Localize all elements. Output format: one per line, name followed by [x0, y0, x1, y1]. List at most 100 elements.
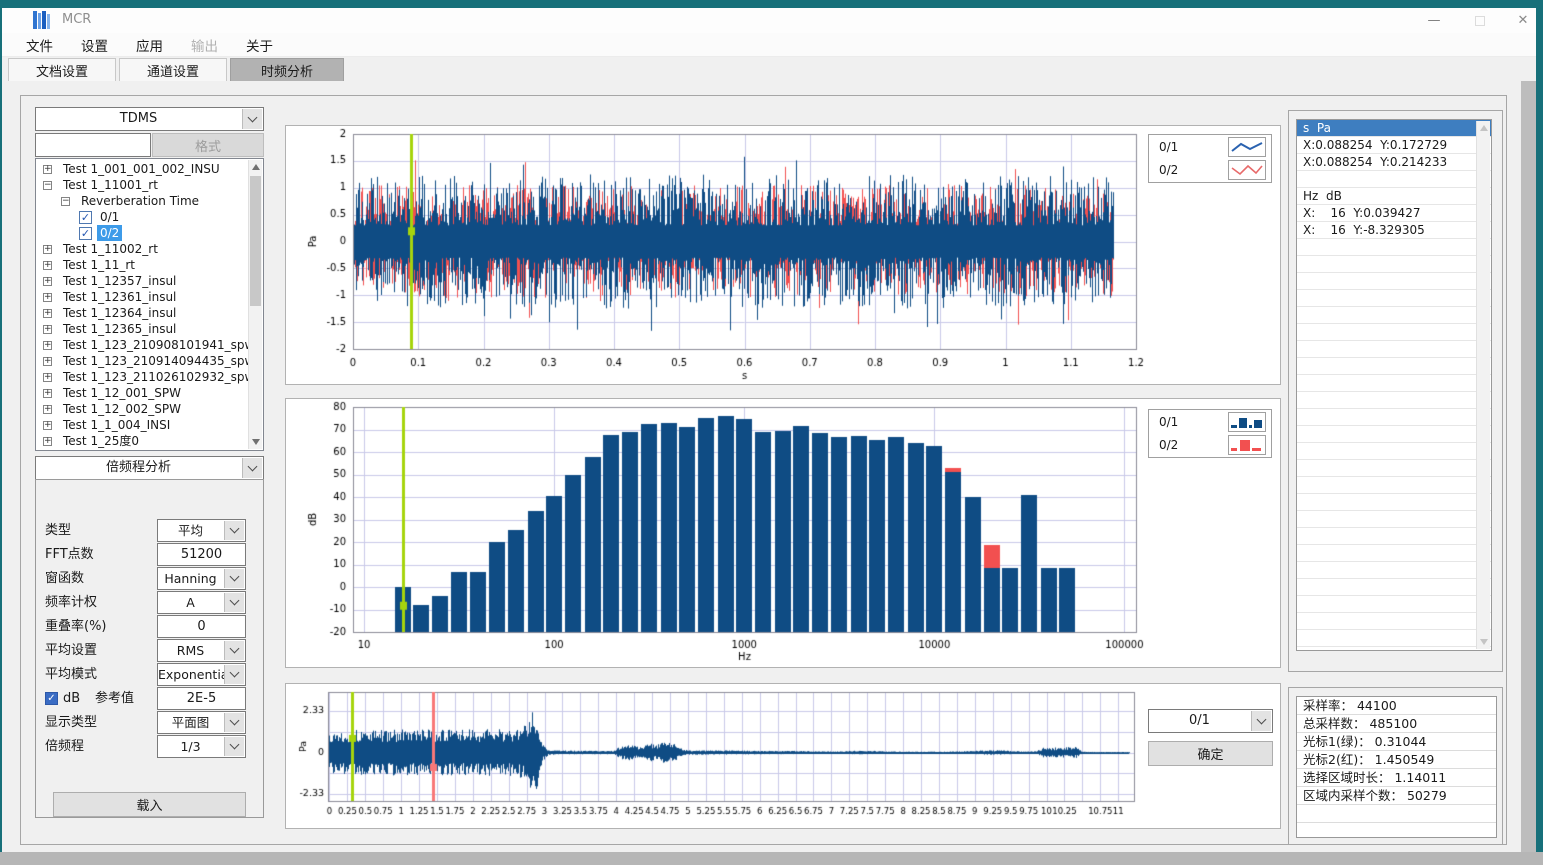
tree-item[interactable]: +Test 1_001_001_002_INSU: [37, 161, 248, 177]
tree-item[interactable]: +Test 1_12361_insul: [37, 289, 248, 305]
expand-icon[interactable]: +: [43, 165, 52, 174]
tree-scrollbar-thumb[interactable]: [250, 176, 261, 306]
tree-item[interactable]: ✓0/1: [37, 209, 248, 225]
overview-waveform-canvas[interactable]: [286, 684, 1280, 828]
close-icon: ✕: [1518, 13, 1529, 28]
tree-item[interactable]: −Reverberation Time: [37, 193, 248, 209]
line-swatch-blue-icon: [1228, 137, 1266, 157]
readout-row: [1297, 579, 1491, 596]
load-button[interactable]: 载入: [53, 792, 246, 817]
form-select-value: 平面图: [158, 712, 223, 733]
tab-channel-settings[interactable]: 通道设置: [119, 58, 227, 81]
tree-item-label: Test 1_12_002_SPW: [60, 401, 184, 417]
tree-item[interactable]: + Test 1_12_002_SPW: [37, 401, 248, 417]
expand-icon[interactable]: +: [43, 277, 52, 286]
chevron-down-icon: [242, 458, 262, 478]
channel-checkbox[interactable]: ✓: [79, 227, 92, 240]
tree-item-label: 0/2: [97, 225, 122, 241]
menu-apply[interactable]: 应用: [122, 35, 177, 55]
expand-icon[interactable]: +: [43, 389, 52, 398]
readout-row: [1297, 460, 1491, 477]
tree-item[interactable]: +Test 1_12365_insul: [37, 321, 248, 337]
reference-value-input[interactable]: 2E-5: [157, 687, 246, 710]
tree-item-label: Test 1_12357_insul: [60, 273, 179, 289]
tree-item[interactable]: ✓ 0/2: [37, 225, 248, 241]
form-select[interactable]: 1/3: [157, 735, 246, 758]
tree-item[interactable]: +Test 1_123_210914094435_spw: [37, 353, 248, 369]
statistics-panel: 采样率： 44100总采样数： 485100光标1(绿)： 0.31044光标2…: [1288, 687, 1503, 845]
expand-icon[interactable]: +: [43, 293, 52, 302]
tree-item[interactable]: +Test 1_11_rt: [37, 257, 248, 273]
minimize-button[interactable]: —: [1411, 8, 1457, 33]
tree-item[interactable]: + Test 1_12357_insul: [37, 273, 248, 289]
expand-icon[interactable]: +: [43, 373, 52, 382]
tree-item[interactable]: +Test 1_1_004_INSI: [37, 417, 248, 433]
form-select[interactable]: 平面图: [157, 711, 246, 734]
form-select[interactable]: Exponential: [157, 663, 246, 686]
form-input[interactable]: 0: [157, 615, 246, 638]
expand-icon[interactable]: +: [43, 325, 52, 334]
octave-spectrum-canvas[interactable]: [286, 399, 1280, 667]
tab-document-settings[interactable]: 文档设置: [8, 58, 116, 81]
tree-item[interactable]: +Test 1_123_210908101941_spw: [37, 337, 248, 353]
form-select[interactable]: RMS: [157, 639, 246, 662]
form-select[interactable]: A: [157, 591, 246, 614]
file-format-select[interactable]: TDMS: [35, 107, 264, 131]
confirm-button[interactable]: 确定: [1148, 741, 1273, 766]
expand-icon[interactable]: +: [43, 245, 52, 254]
scroll-down-icon[interactable]: [1480, 639, 1488, 645]
scroll-up-icon[interactable]: [1480, 125, 1488, 131]
stats-row: 采样率： 44100: [1297, 697, 1496, 715]
legend-label: 0/2: [1159, 438, 1228, 452]
collapse-icon[interactable]: −: [43, 181, 52, 190]
scroll-up-icon[interactable]: [252, 164, 260, 170]
tree-item[interactable]: + Test 1_12364_insul: [37, 305, 248, 321]
db-checkbox[interactable]: ✓: [45, 692, 58, 705]
chevron-down-icon: [224, 521, 244, 540]
readout-row: [1297, 630, 1491, 647]
tree-item-label: Test 1_11001_rt: [60, 177, 161, 193]
maximize-button[interactable]: [1457, 8, 1503, 33]
tree-item[interactable]: −Test 1_11001_rt: [37, 177, 248, 193]
legend-item: 0/2: [1149, 158, 1271, 181]
readout-scrollbar[interactable]: [1476, 121, 1490, 649]
scroll-down-icon[interactable]: [252, 439, 260, 445]
channel-select[interactable]: 0/1: [1148, 709, 1273, 733]
app-icon: [33, 11, 53, 33]
channel-checkbox[interactable]: ✓: [79, 211, 92, 224]
expand-icon[interactable]: +: [43, 421, 52, 430]
reference-value-label: 参考值: [95, 687, 134, 710]
tree-item[interactable]: +Test 1_25度0: [37, 433, 248, 449]
tree-scrollbar[interactable]: [248, 160, 262, 449]
close-button[interactable]: ✕: [1500, 8, 1543, 33]
form-select[interactable]: Hanning: [157, 567, 246, 590]
channel-select-value: 0/1: [1149, 710, 1250, 732]
form-select[interactable]: 平均: [157, 519, 246, 542]
menu-settings[interactable]: 设置: [67, 35, 122, 55]
menu-about[interactable]: 关于: [232, 35, 287, 55]
time-waveform-canvas[interactable]: [286, 126, 1280, 384]
time-waveform-panel: 0/1 0/2: [285, 125, 1281, 385]
readout-row: [1297, 256, 1491, 273]
expand-icon[interactable]: +: [43, 405, 52, 414]
filter-input[interactable]: [35, 133, 151, 157]
expand-icon[interactable]: +: [43, 437, 52, 446]
tree-item[interactable]: +Test 1_11002_rt: [37, 241, 248, 257]
menu-file[interactable]: 文件: [12, 35, 67, 55]
tree-item[interactable]: +Test 1_123_211026102932_spw: [37, 369, 248, 385]
window-top-border: [0, 0, 1543, 8]
collapse-icon[interactable]: −: [61, 197, 70, 206]
stats-row: 总采样数： 485100: [1297, 715, 1496, 733]
analysis-type-select[interactable]: 倍频程分析: [35, 456, 264, 480]
form-input[interactable]: 51200: [157, 543, 246, 566]
tree-item-label: Test 1_12364_insul: [60, 305, 179, 321]
readout-row: [1297, 273, 1491, 290]
tree-item[interactable]: +Test 1_12_001_SPW: [37, 385, 248, 401]
form-label: 倍频程: [45, 735, 84, 758]
expand-icon[interactable]: +: [43, 309, 52, 318]
expand-icon[interactable]: +: [43, 341, 52, 350]
tab-time-frequency-analysis[interactable]: 时频分析: [230, 58, 344, 81]
expand-icon[interactable]: +: [43, 261, 52, 270]
expand-icon[interactable]: +: [43, 357, 52, 366]
readout-row: [1297, 545, 1491, 562]
